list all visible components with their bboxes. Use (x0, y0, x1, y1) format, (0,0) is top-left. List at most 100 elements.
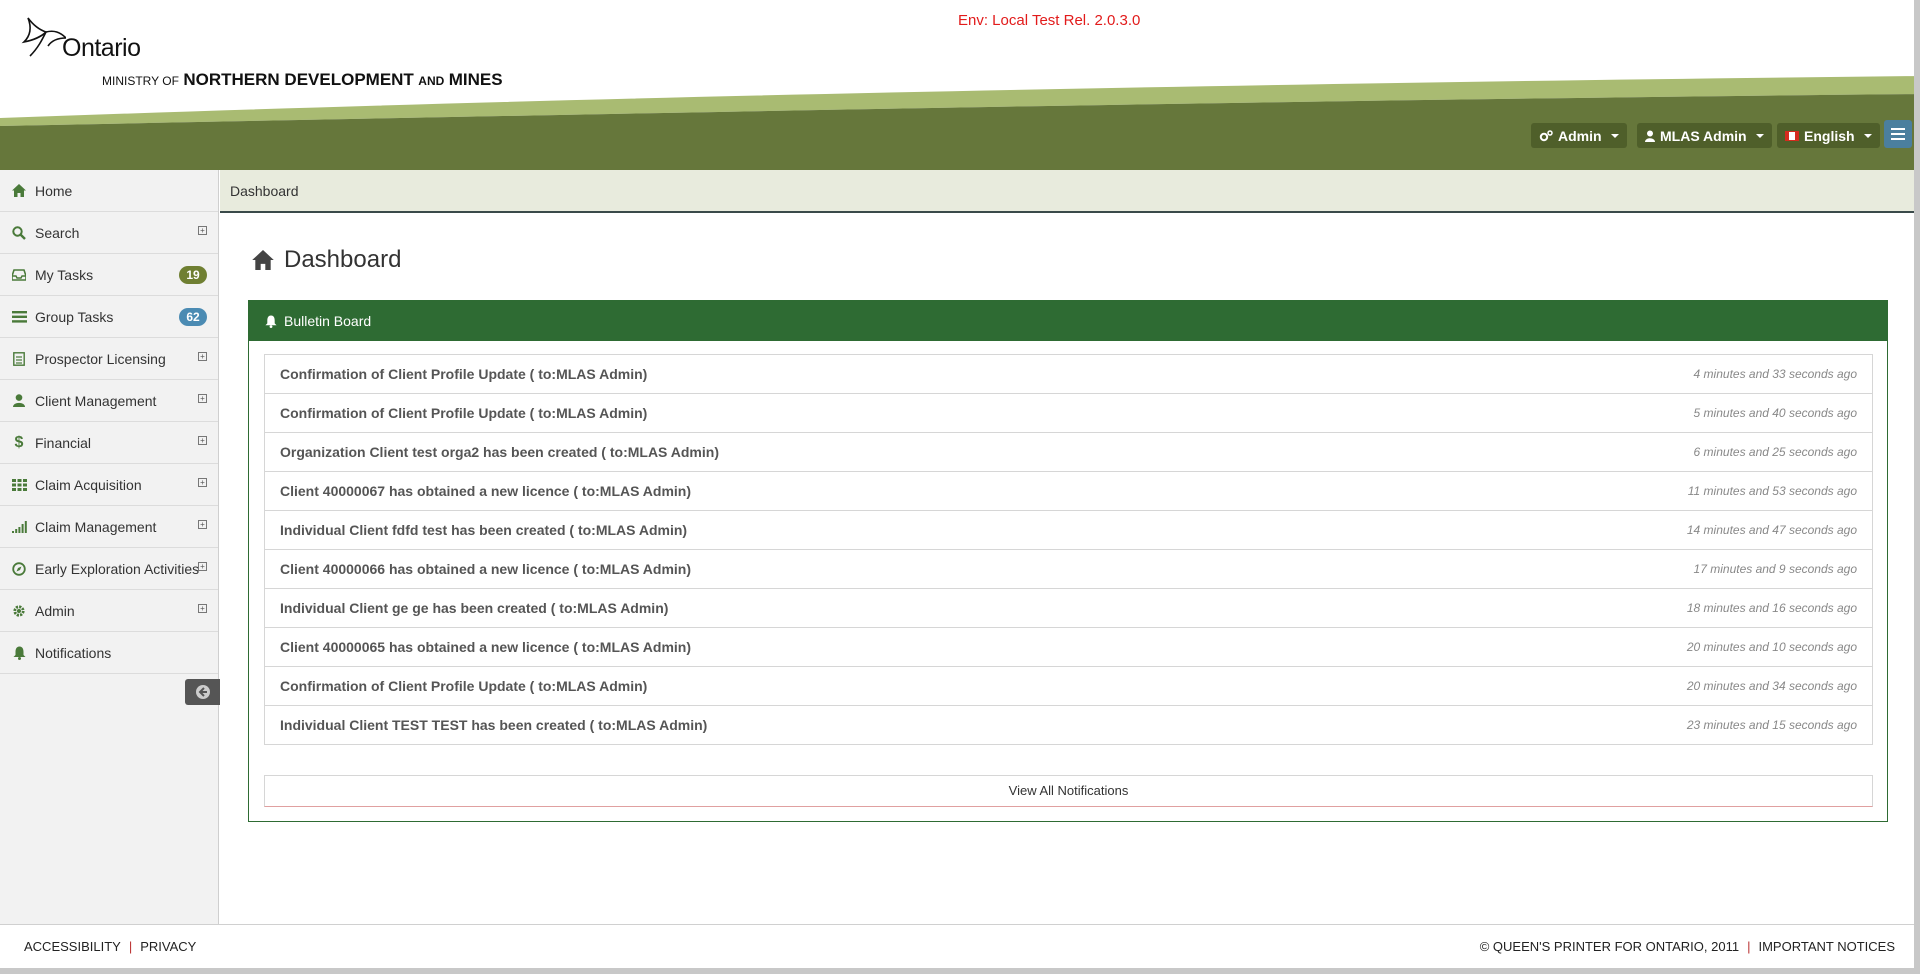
bulletin-message[interactable]: Confirmation of Client Profile Update ( … (264, 354, 1873, 394)
signal-icon (11, 519, 27, 535)
sidebar-item-label: Search (35, 224, 80, 241)
message-text: Client 40000065 has obtained a new licen… (280, 639, 692, 655)
sidebar-item-early-exploration-activities[interactable]: Early Exploration Activities + (0, 548, 218, 590)
accessibility-link[interactable]: ACCESSIBILITY (24, 939, 121, 954)
expand-icon[interactable]: + (198, 478, 207, 487)
trillium-icon (21, 17, 66, 57)
sidebar-item-admin[interactable]: Admin + (0, 590, 218, 632)
grid-icon (11, 477, 27, 493)
admin-dropdown-button[interactable]: Admin (1531, 123, 1627, 148)
horizontal-scrollbar[interactable] (0, 968, 1920, 974)
ministry-part1: NORTHERN DEVELOPMENT (183, 70, 414, 89)
message-text: Individual Client fdfd test has been cre… (280, 522, 688, 538)
bulletin-message[interactable]: Individual Client ge ge has been created… (264, 588, 1873, 628)
sidebar-nav: Home Search + My Tasks 19 Group Tasks 62… (0, 170, 220, 924)
message-time: 20 minutes and 34 seconds ago (1686, 679, 1857, 693)
user-icon (1645, 130, 1655, 142)
page-title-text: Dashboard (284, 246, 402, 273)
collapse-sidebar-button[interactable] (185, 679, 220, 705)
bulletin-message[interactable]: Confirmation of Client Profile Update ( … (264, 393, 1873, 433)
sidebar-item-label: Financial (35, 434, 92, 451)
sidebar-item-label: Home (35, 182, 73, 199)
breadcrumb: Dashboard (230, 183, 299, 199)
message-time: 17 minutes and 9 seconds ago (1693, 562, 1857, 576)
search-icon (11, 225, 27, 241)
bulletin-message[interactable]: Individual Client TEST TEST has been cre… (264, 705, 1873, 745)
bulletin-board-panel: Bulletin Board Confirmation of Client Pr… (248, 300, 1888, 822)
admin-dropdown-label: Admin (1558, 127, 1602, 144)
expand-icon[interactable]: + (198, 226, 207, 235)
group-task-count-badge: 62 (179, 308, 207, 326)
sidebar-item-home[interactable]: Home (0, 170, 218, 212)
expand-icon[interactable]: + (198, 394, 207, 403)
important-notices-link[interactable]: IMPORTANT NOTICES (1758, 939, 1895, 954)
ministry-name: MINISTRY OF NORTHERN DEVELOPMENT AND MIN… (102, 70, 503, 90)
message-time: 14 minutes and 47 seconds ago (1686, 523, 1857, 537)
message-time: 11 minutes and 53 seconds ago (1687, 484, 1857, 498)
site-header: Ontario MINISTRY OF NORTHERN DEVELOPMENT… (0, 0, 1920, 170)
message-time: 23 minutes and 15 seconds ago (1686, 718, 1857, 732)
sidebar-item-group-tasks[interactable]: Group Tasks 62 (0, 296, 218, 338)
arrow-left-circle-icon (195, 685, 210, 699)
view-all-notifications-button[interactable]: View All Notifications (264, 775, 1873, 807)
compass-icon (11, 561, 27, 577)
task-count-badge: 19 (179, 266, 207, 284)
bell-icon (11, 645, 27, 661)
sidebar-item-prospector-licensing[interactable]: Prospector Licensing + (0, 338, 218, 380)
sidebar-item-client-management[interactable]: Client Management + (0, 380, 218, 422)
dollar-icon: $ (14, 433, 24, 451)
caret-down-icon (1610, 133, 1619, 138)
sidebar-item-claim-acquisition[interactable]: Claim Acquisition + (0, 464, 218, 506)
message-text: Confirmation of Client Profile Update ( … (280, 405, 648, 421)
message-text: Individual Client TEST TEST has been cre… (280, 717, 708, 733)
sidebar-item-label: Group Tasks (35, 308, 114, 325)
footer-separator: | (1747, 939, 1751, 954)
gear-icon (11, 603, 27, 619)
expand-icon[interactable]: + (198, 436, 207, 445)
vertical-scrollbar[interactable] (1914, 0, 1920, 974)
sidebar-item-financial[interactable]: $ Financial + (0, 422, 218, 464)
sidebar-item-search[interactable]: Search + (0, 212, 218, 254)
user-dropdown-label: MLAS Admin (1660, 127, 1747, 144)
privacy-link[interactable]: PRIVACY (140, 939, 196, 954)
footer-links-right: © QUEEN'S PRINTER FOR ONTARIO, 2011 | IM… (1480, 939, 1895, 954)
expand-icon[interactable]: + (198, 604, 207, 613)
bulletin-board-header: Bulletin Board (249, 301, 1887, 341)
bulletin-message[interactable]: Organization Client test orga2 has been … (264, 432, 1873, 472)
home-icon (11, 183, 27, 199)
sidebar-item-my-tasks[interactable]: My Tasks 19 (0, 254, 218, 296)
message-text: Client 40000067 has obtained a new licen… (280, 483, 692, 499)
bulletin-message[interactable]: Client 40000067 has obtained a new licen… (264, 471, 1873, 511)
expand-icon[interactable]: + (198, 352, 207, 361)
home-icon (252, 250, 274, 270)
sidebar-item-label: Prospector Licensing (35, 350, 166, 367)
message-time: 6 minutes and 25 seconds ago (1693, 445, 1857, 459)
expand-icon[interactable]: + (198, 520, 207, 529)
hamburger-menu-button[interactable] (1884, 120, 1912, 148)
message-time: 4 minutes and 33 seconds ago (1693, 367, 1857, 381)
ontario-logo[interactable]: Ontario (20, 16, 160, 62)
list-icon (11, 309, 27, 325)
sidebar-item-notifications[interactable]: Notifications (0, 632, 218, 674)
message-time: 18 minutes and 16 seconds ago (1686, 601, 1857, 615)
language-dropdown-button[interactable]: English (1777, 123, 1880, 148)
sidebar-item-label: Claim Acquisition (35, 476, 142, 493)
bell-icon (265, 315, 277, 328)
inbox-icon (11, 267, 27, 283)
message-time: 5 minutes and 40 seconds ago (1693, 406, 1857, 420)
bulletin-message[interactable]: Individual Client fdfd test has been cre… (264, 510, 1873, 550)
ministry-prefix: MINISTRY OF (102, 74, 179, 88)
breadcrumb-bar: Dashboard (220, 170, 1920, 213)
expand-icon[interactable]: + (198, 562, 207, 571)
bulletin-message[interactable]: Client 40000066 has obtained a new licen… (264, 549, 1873, 589)
message-text: Organization Client test orga2 has been … (280, 444, 719, 460)
ministry-part2: MINES (448, 70, 503, 89)
bulletin-message[interactable]: Client 40000065 has obtained a new licen… (264, 627, 1873, 667)
message-text: Confirmation of Client Profile Update ( … (280, 366, 648, 382)
bulletin-message[interactable]: Confirmation of Client Profile Update ( … (264, 666, 1873, 706)
sidebar-item-label: Admin (35, 602, 75, 619)
site-footer: ACCESSIBILITY | PRIVACY © QUEEN'S PRINTE… (0, 924, 1920, 974)
sidebar-item-label: My Tasks (35, 266, 94, 283)
sidebar-item-claim-management[interactable]: Claim Management + (0, 506, 218, 548)
user-dropdown-button[interactable]: MLAS Admin (1637, 123, 1772, 148)
